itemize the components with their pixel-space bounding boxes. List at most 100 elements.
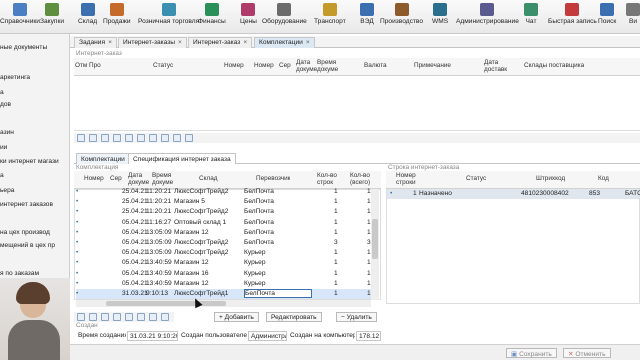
column-header[interactable]: Статус	[466, 175, 486, 182]
close-icon[interactable]: ×	[108, 39, 112, 46]
column-header[interactable]: Номер	[84, 175, 104, 182]
doc-tab[interactable]: Комплектации ×	[254, 37, 315, 48]
grid-tool-icon[interactable]	[137, 134, 145, 142]
column-header[interactable]: Номер строки	[396, 172, 416, 186]
toolbar-wms-button[interactable]: WMS	[432, 3, 448, 32]
doc-tab[interactable]: Задания ×	[74, 37, 117, 48]
left-nav-item[interactable]: аркетинга	[0, 74, 30, 81]
column-header[interactable]: Перевозчик	[256, 175, 290, 182]
left-nav-item[interactable]: ки интернет магази	[0, 158, 59, 165]
toolbar-globe-button[interactable]: ВЭД	[360, 3, 374, 32]
table-row[interactable]: • 05.04.21 13:40:59 Магазин 12 Курьер 1 1	[76, 258, 375, 268]
edit-button[interactable]: Редактировать	[266, 312, 322, 322]
column-header[interactable]: Дата докуме	[296, 59, 317, 73]
scroll-thumb-h[interactable]	[106, 301, 226, 306]
left-nav-item[interactable]: дов	[0, 101, 11, 108]
column-header[interactable]: Кол-во (всего)	[350, 172, 370, 186]
toolbar-finance-button[interactable]: Финансы	[198, 3, 226, 32]
column-header[interactable]: Склады поставщика	[524, 62, 584, 69]
grid-tool-icon[interactable]	[137, 313, 145, 321]
left-nav-item[interactable]: я по заказам	[0, 270, 39, 277]
created-user-field[interactable]: Администратор	[248, 331, 287, 341]
table-row[interactable]: • 25.04.21 11:20:21 ЛюксСофтТрейд2 БелПочта 1…	[76, 207, 375, 217]
left-nav-item[interactable]: а	[0, 89, 4, 96]
save-button[interactable]: ▣ Сохранить	[506, 348, 557, 358]
grid-tool-icon[interactable]	[89, 134, 97, 142]
toolbar-view-button[interactable]: Ви	[626, 3, 640, 32]
column-header[interactable]: Про	[89, 62, 101, 69]
grid-tool-icon[interactable]	[77, 134, 85, 142]
toolbar-price-button[interactable]: Цены	[240, 3, 257, 32]
column-header[interactable]: Валюта	[364, 62, 387, 69]
table-row[interactable]: • 05.04.21 13:40:59 Магазин 12 Курьер 1 1	[76, 279, 375, 289]
close-icon[interactable]: ×	[306, 39, 310, 46]
left-nav-item[interactable]: ьера	[0, 187, 14, 194]
subtab-specification[interactable]: Спецификация интернет заказа	[128, 153, 236, 164]
grid-tool-icon[interactable]	[161, 134, 169, 142]
column-header[interactable]: Штрихкод	[536, 175, 565, 182]
table-row[interactable]: • 05.04.21 13:05:09 ЛюксСофтТрейд2 Курьер 1 1	[76, 248, 375, 258]
toolbar-book-button[interactable]: Справочники	[0, 3, 40, 32]
toolbar-retail-button[interactable]: Розничная торговля	[138, 3, 199, 32]
left-nav-item[interactable]: интернет заказов	[0, 201, 53, 208]
created-computer-field[interactable]: 178.12	[356, 331, 381, 341]
left-nav-item[interactable]: ные документы	[0, 44, 47, 51]
grid-tool-icon[interactable]	[89, 313, 97, 321]
scroll-thumb-v[interactable]	[372, 219, 378, 259]
komplektacia-scrollbar-h[interactable]	[76, 300, 371, 307]
subtab-komplektacii[interactable]: Комплектации	[76, 153, 130, 164]
grid-tool-icon[interactable]	[113, 134, 121, 142]
column-header[interactable]: Номер	[254, 62, 274, 69]
table-row[interactable]: • 05.04.21 11:16:27 Оптовый склад 1 БелПочта…	[76, 218, 375, 228]
column-header[interactable]: Статус	[153, 62, 173, 69]
column-header[interactable]: Сер	[110, 175, 122, 182]
left-nav-item[interactable]: а	[0, 172, 4, 179]
table-row[interactable]: • 05.04.21 13:05:09 Магазин 12 БелПочта 1 1	[76, 228, 375, 238]
grid-tool-icon[interactable]	[101, 313, 109, 321]
toolbar-search-button[interactable]: Поиск	[598, 3, 616, 32]
table-row[interactable]: • 1 Назначено 4810230008402 853 БАТС	[387, 189, 640, 200]
column-header[interactable]: Время докуме	[152, 172, 173, 186]
table-row[interactable]: • 05.04.21 13:05:09 ЛюксСофтТрейд2 БелПочта 3…	[76, 238, 375, 248]
column-header[interactable]: Дата докуме	[128, 172, 149, 186]
doc-tab[interactable]: Интернет-заказы ×	[118, 37, 187, 48]
left-nav-item[interactable]: на цех производ	[0, 229, 50, 236]
table-row[interactable]: • 05.04.21 13:40:59 Магазин 16 Курьер 1 1	[76, 269, 375, 279]
column-header[interactable]: Дата доставк	[484, 59, 507, 73]
left-nav-item[interactable]: ии	[0, 144, 7, 151]
doc-tab[interactable]: Интернет-заказ ×	[188, 37, 253, 48]
table-row[interactable]: • 31.03.21 9:10:13 ЛюксСофтТрейд1 БелПочта 1 1	[76, 289, 375, 300]
toolbar-chat-button[interactable]: Чат	[524, 3, 538, 32]
created-time-field[interactable]: 31.03.21 9:10:20	[127, 331, 178, 341]
grid-tool-icon[interactable]	[185, 134, 193, 142]
column-header[interactable]: Код	[598, 175, 609, 182]
grid-tool-icon[interactable]	[113, 313, 121, 321]
toolbar-warehouse-button[interactable]: Склад	[78, 3, 97, 32]
toolbar-truck-button[interactable]: Транспорт	[314, 3, 346, 32]
toolbar-quick-record-button[interactable]: Быстрая запись	[548, 3, 597, 32]
column-header[interactable]: Примечание	[414, 62, 451, 69]
toolbar-cart-button[interactable]: Закупки	[40, 3, 64, 32]
toolbar-equipment-button[interactable]: Оборудование	[262, 3, 307, 32]
table-row[interactable]: • 25.04.21 11:20:21 Магазин 5 БелПочта 1 1	[76, 197, 375, 207]
close-icon[interactable]: ×	[243, 39, 247, 46]
column-header[interactable]: Время докуме	[317, 59, 338, 73]
column-header[interactable]: Отм	[75, 62, 87, 69]
column-header[interactable]: Сер	[279, 62, 291, 69]
grid-tool-icon[interactable]	[149, 134, 157, 142]
komplektacia-scrollbar-v[interactable]	[371, 189, 379, 300]
grid-tool-icon[interactable]	[101, 134, 109, 142]
cancel-button[interactable]: ✕ Отменить	[563, 348, 611, 358]
grid-tool-icon[interactable]	[125, 134, 133, 142]
close-icon[interactable]: ×	[178, 39, 182, 46]
column-header[interactable]: Склад	[199, 175, 218, 182]
table-row[interactable]: • 25.04.21 11:20:21 ЛюксСофтТрейд2 БелПочта 1…	[76, 187, 375, 197]
column-header[interactable]: Кол-во строк	[317, 172, 337, 186]
grid-tool-icon[interactable]	[173, 134, 181, 142]
toolbar-factory-button[interactable]: Производство	[380, 3, 423, 32]
grid-tool-icon[interactable]	[149, 313, 157, 321]
left-nav-item[interactable]: мещений в цех пр	[0, 242, 55, 249]
toolbar-gear-button[interactable]: Администрирование	[456, 3, 519, 32]
left-nav-item[interactable]: азин	[0, 129, 14, 136]
grid-tool-icon[interactable]	[77, 313, 85, 321]
